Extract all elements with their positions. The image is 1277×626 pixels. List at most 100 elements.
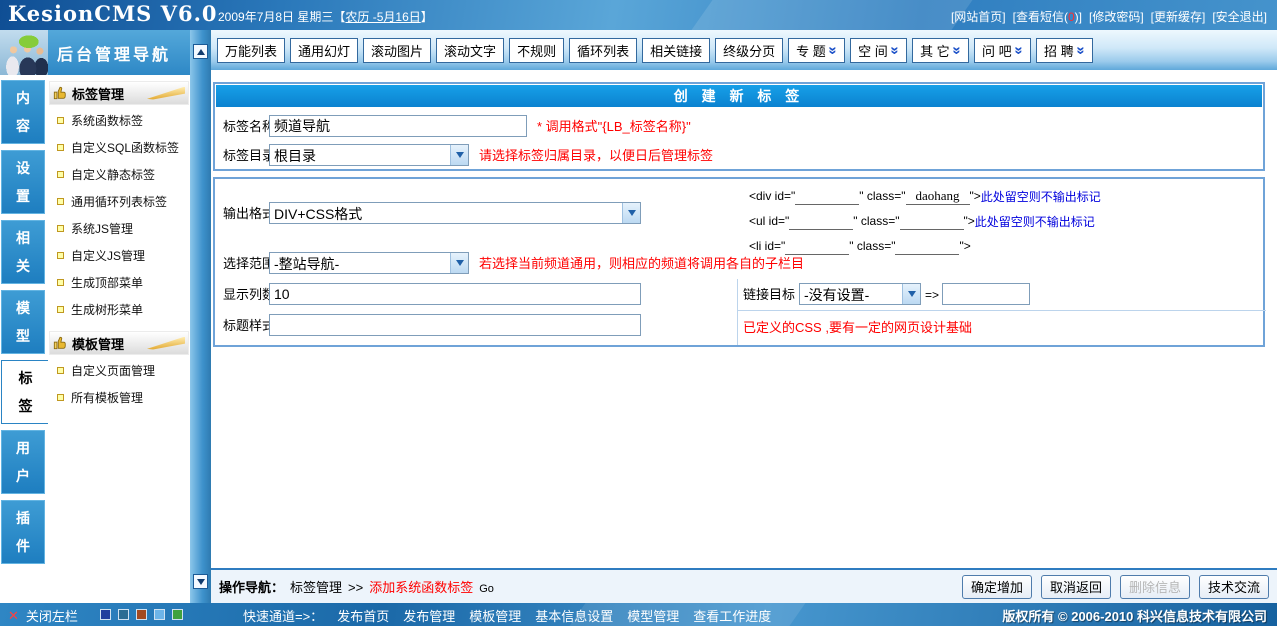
side-tab-content[interactable]: 内容 [1,80,45,144]
side-tab-plugins[interactable]: 插件 [1,500,45,564]
tab-space[interactable]: 空 间» [850,38,907,63]
menu-item-top-menu[interactable]: 生成顶部菜单 [48,269,190,296]
view-messages-link[interactable]: [查看短信(0)] [1013,8,1082,25]
logout-link[interactable]: [安全退出] [1212,8,1267,25]
tab-label: 问 吧 [982,41,1012,60]
code-text: " class=" [859,189,905,203]
ul-id-input[interactable] [789,213,853,230]
tab-scroll-text[interactable]: 滚动文字 [436,38,504,63]
side-tab-users[interactable]: 用户 [1,430,45,494]
scroll-up-button[interactable] [193,44,208,59]
bullet-icon [57,252,64,259]
breadcrumb-current[interactable]: 添加系统函数标签 [369,577,473,596]
bullet-icon [57,306,64,313]
expand-icon: » [825,46,840,54]
quick-link-basic-settings[interactable]: 基本信息设置 [535,606,613,625]
code-text: "> [970,189,981,203]
footer: ✕ 关闭左栏 快速通道=>： 发布首页 发布管理 模板管理 基本信息设置 模型管… [0,603,1277,626]
menu-group-templates[interactable]: 模板管理 [49,331,189,355]
tab-jobs[interactable]: 招 聘» [1036,38,1093,63]
tag-name-input[interactable] [269,115,527,137]
theme-swatch-teal[interactable] [118,609,129,620]
tab-scroll-images[interactable]: 滚动图片 [363,38,431,63]
bullet-icon [57,171,64,178]
tab-related-links[interactable]: 相关链接 [642,38,710,63]
tab-irregular[interactable]: 不规则 [509,38,564,63]
tab-slideshow[interactable]: 通用幻灯 [290,38,358,63]
ul-class-input[interactable] [900,213,964,230]
close-left-panel-button[interactable]: ✕ 关闭左栏 [8,606,78,625]
tab-loop-list[interactable]: 循环列表 [569,38,637,63]
side-tab-settings[interactable]: 设置 [1,150,45,214]
sidebar-scrollbar[interactable] [190,30,211,603]
title-style-input[interactable] [269,314,641,336]
link-target-selected-value: -没有设置- [800,284,902,304]
tab-label: 不规则 [517,41,556,60]
action-bar: 操作导航： 标签管理 >> 添加系统函数标签 Go 确定增加 取消返回 删除信息… [211,568,1277,603]
sidebar-menu: 标签管理 系统函数标签 自定义SQL函数标签 自定义静态标签 通用循环列表标签 … [48,75,190,603]
quick-link-template-manage[interactable]: 模板管理 [469,606,521,625]
menu-item-custom-pages[interactable]: 自定义页面管理 [48,357,190,384]
quick-link-publish-manage[interactable]: 发布管理 [403,606,455,625]
quick-link-model-manage[interactable]: 模型管理 [627,606,679,625]
menu-item-loop-list-tags[interactable]: 通用循环列表标签 [48,188,190,215]
tag-dir-select[interactable]: 根目录 [269,144,469,166]
messages-link-prefix: [查看短信( [1013,10,1068,24]
bullet-icon [57,225,64,232]
menu-item-system-js[interactable]: 系统JS管理 [48,215,190,242]
breadcrumb-go[interactable]: Go [479,583,494,595]
quick-link-publish-home[interactable]: 发布首页 [337,606,389,625]
li-class-input[interactable] [895,238,959,255]
site-home-link[interactable]: [网站首页] [951,8,1006,25]
scope-label: 选择范围 [223,252,275,276]
side-tab-related[interactable]: 相关 [1,220,45,284]
sidebar-title: 后台管理导航 [48,30,190,75]
quick-link-work-progress[interactable]: 查看工作进度 [693,606,771,625]
main-content: 万能列表 通用幻灯 滚动图片 滚动文字 不规则 循环列表 相关链接 终级分页 专… [211,30,1277,603]
tech-support-button[interactable]: 技术交流 [1199,575,1269,599]
tab-special[interactable]: 专 题» [788,38,845,63]
theme-swatch-brown[interactable] [136,609,147,620]
cancel-return-button[interactable]: 取消返回 [1041,575,1111,599]
menu-item-tree-menu[interactable]: 生成树形菜单 [48,296,190,323]
change-password-link[interactable]: [修改密码] [1089,8,1144,25]
theme-swatch-green[interactable] [172,609,183,620]
menu-group-tags[interactable]: 标签管理 [49,81,189,105]
thumbs-up-icon [53,86,67,100]
tab-other[interactable]: 其 它» [912,38,969,63]
expand-icon: » [949,46,964,54]
lunar-calendar-link[interactable]: 农历 -5月16日 [345,10,420,24]
columns-input[interactable] [269,283,641,305]
quick-channel: 快速通道=>： 发布首页 发布管理 模板管理 基本信息设置 模型管理 查看工作进… [243,606,771,625]
menu-item-custom-static-tags[interactable]: 自定义静态标签 [48,161,190,188]
message-count: 0 [1068,10,1075,24]
menu-item-custom-sql-tags[interactable]: 自定义SQL函数标签 [48,134,190,161]
link-target-select[interactable]: -没有设置- [799,283,921,305]
tab-qa[interactable]: 问 吧» [974,38,1031,63]
side-tab-label: 内容 [16,84,31,140]
tab-pagination[interactable]: 终级分页 [715,38,783,63]
output-format-label: 输出格式 [223,202,275,226]
tab-universal-list[interactable]: 万能列表 [217,38,285,63]
scope-select[interactable]: -整站导航- [269,252,469,274]
confirm-add-button[interactable]: 确定增加 [962,575,1032,599]
refresh-cache-link[interactable]: [更新缓存] [1151,8,1206,25]
quick-channel-label: 快速通道=>： [243,606,323,625]
side-tab-label: 插件 [16,504,31,560]
theme-swatch-lightblue[interactable] [154,609,165,620]
scroll-down-button[interactable] [193,574,208,589]
menu-item-label: 自定义静态标签 [71,166,155,183]
side-tab-tags[interactable]: 标签 [1,360,49,424]
theme-swatch-navy[interactable] [100,609,111,620]
output-format-select[interactable]: DIV+CSS格式 [269,202,641,224]
div-class-input[interactable] [906,188,970,205]
side-tab-model[interactable]: 模型 [1,290,45,354]
side-tab-label: 设置 [16,154,31,210]
menu-item-custom-js[interactable]: 自定义JS管理 [48,242,190,269]
menu-item-all-templates[interactable]: 所有模板管理 [48,384,190,411]
div-id-input[interactable] [795,188,859,205]
breadcrumb-path[interactable]: 标签管理 [290,577,342,596]
menu-item-system-function-tags[interactable]: 系统函数标签 [48,107,190,134]
side-tab-label: 相关 [16,224,31,280]
link-target-input[interactable] [942,283,1030,305]
